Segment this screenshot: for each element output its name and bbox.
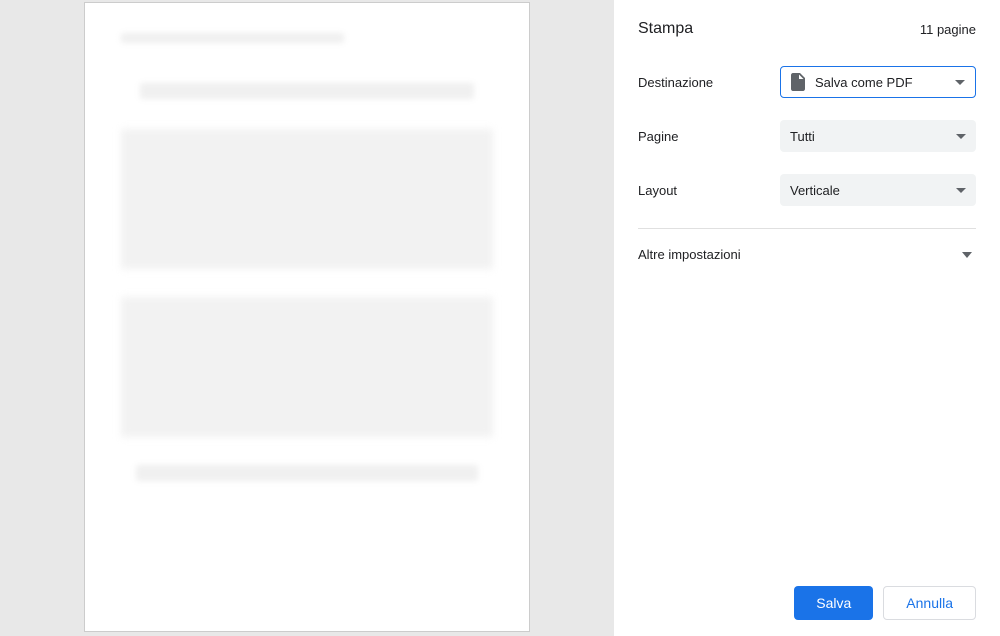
cancel-button[interactable]: Annulla xyxy=(883,586,976,620)
preview-scroll[interactable] xyxy=(0,0,614,636)
print-preview-area xyxy=(0,0,614,636)
destination-label: Destinazione xyxy=(638,75,780,90)
dialog-footer: Salva Annulla xyxy=(614,570,1000,636)
layout-value: Verticale xyxy=(790,183,956,198)
pages-select[interactable]: Tutti xyxy=(780,120,976,152)
layout-label: Layout xyxy=(638,183,780,198)
destination-value: Salva come PDF xyxy=(815,75,955,90)
chevron-down-icon xyxy=(955,80,965,85)
chevron-down-icon xyxy=(956,134,966,139)
more-settings-label: Altre impostazioni xyxy=(638,247,741,262)
pages-label: Pagine xyxy=(638,129,780,144)
chevron-down-icon xyxy=(956,188,966,193)
chevron-down-icon xyxy=(962,252,972,258)
destination-select[interactable]: Salva come PDF xyxy=(780,66,976,98)
pages-value: Tutti xyxy=(790,129,956,144)
save-button[interactable]: Salva xyxy=(794,586,873,620)
layout-select[interactable]: Verticale xyxy=(780,174,976,206)
print-sidebar: Stampa 11 pagine Destinazione Salva come… xyxy=(614,0,1000,636)
pdf-file-icon xyxy=(791,73,805,91)
more-settings-toggle[interactable]: Altre impostazioni xyxy=(638,228,976,262)
page-preview xyxy=(84,2,530,632)
page-count: 11 pagine xyxy=(920,22,976,37)
dialog-title: Stampa xyxy=(638,20,693,38)
